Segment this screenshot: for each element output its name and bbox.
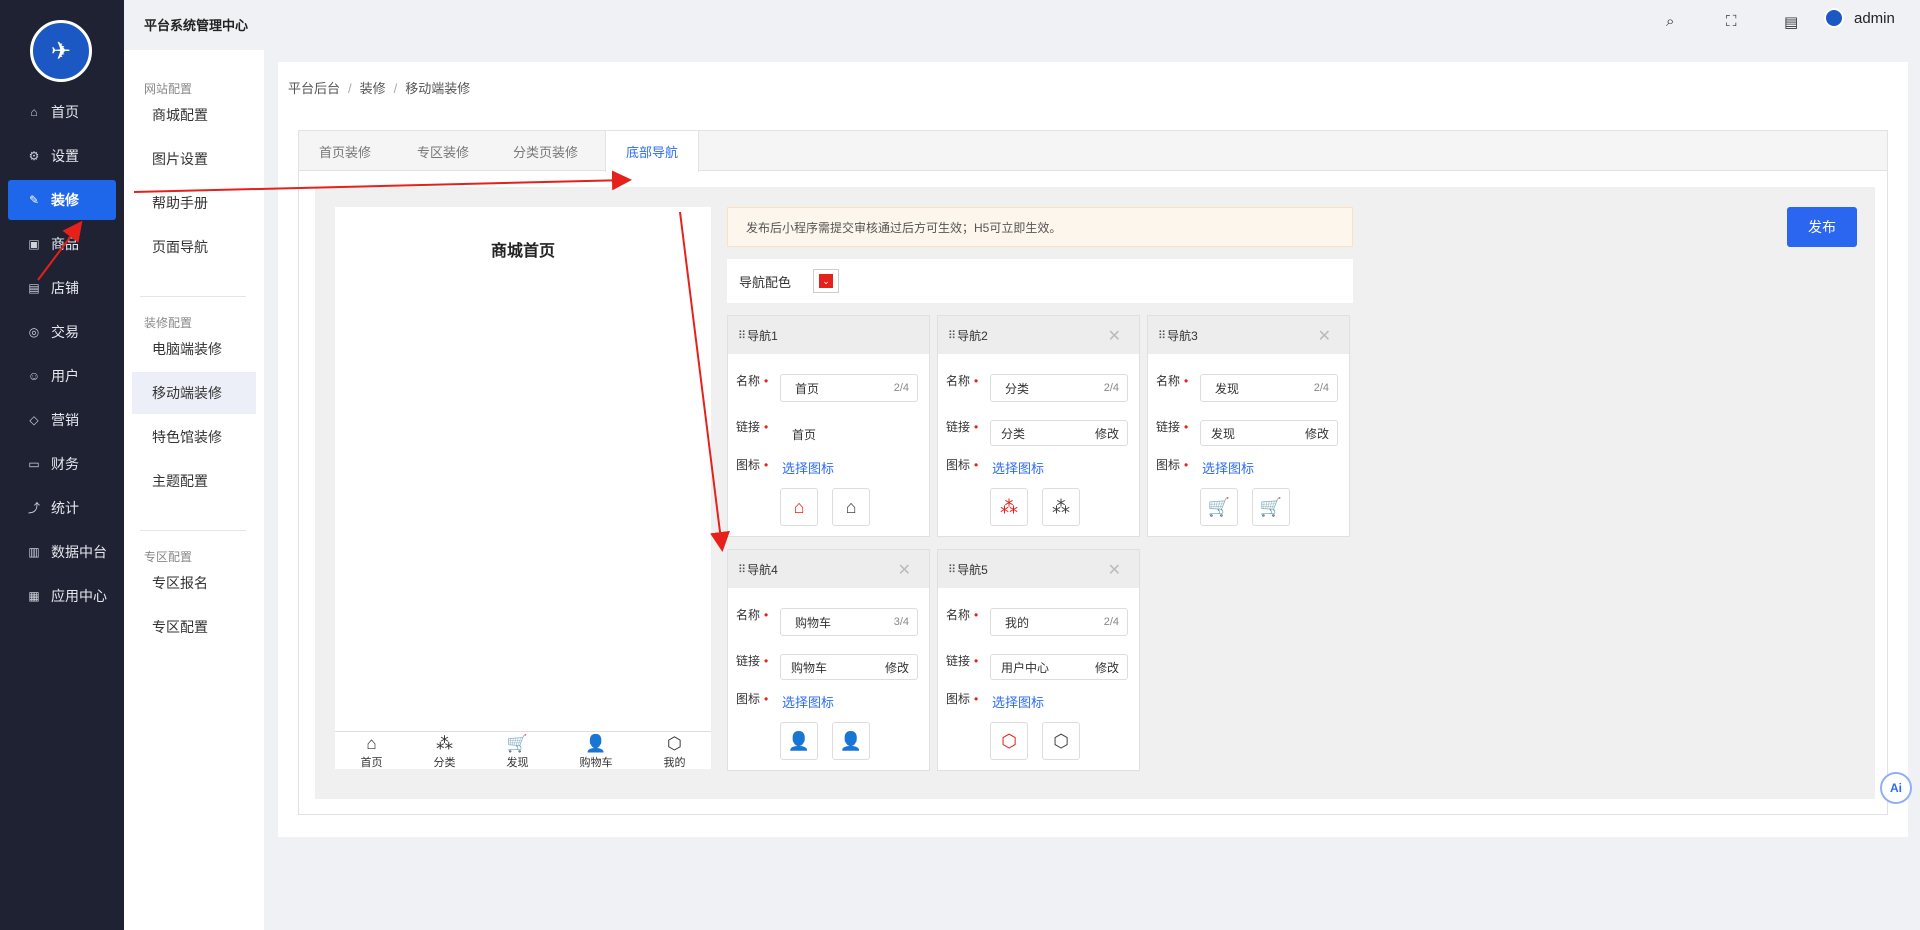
ai-assistant-button[interactable]: Ai xyxy=(1880,772,1912,804)
annotation-arrows xyxy=(37,170,730,552)
